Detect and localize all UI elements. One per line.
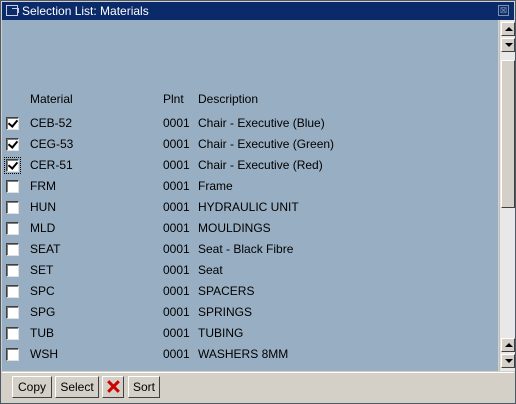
column-header-description: Description — [198, 92, 259, 106]
delete-icon — [107, 380, 120, 393]
row-checkbox[interactable] — [6, 306, 19, 319]
plnt-cell: 0001 — [163, 284, 190, 298]
description-cell: Frame — [198, 179, 233, 193]
bottom-toolbar: Copy Select Sort — [2, 372, 514, 402]
material-cell: SPG — [30, 305, 56, 319]
material-cell: SPC — [30, 284, 55, 298]
row-checkbox[interactable] — [6, 243, 19, 256]
plnt-cell: 0001 — [163, 179, 190, 193]
window-title: Selection List: Materials — [22, 4, 149, 18]
select-button[interactable]: Select — [55, 376, 99, 398]
description-cell: MOULDINGS — [198, 221, 271, 235]
plnt-cell: 0001 — [163, 326, 190, 340]
arrow-down-icon — [505, 43, 513, 47]
row-checkbox[interactable] — [6, 285, 19, 298]
material-cell: HUN — [30, 200, 56, 214]
description-cell: TUBING — [198, 326, 244, 340]
selection-list-window: Selection List: Materials ⊠ Material Pln… — [0, 0, 516, 404]
column-headers: Material Plnt Description — [2, 92, 498, 110]
row-checkbox[interactable] — [6, 180, 19, 193]
description-cell: SPACERS — [198, 284, 255, 298]
title-bar[interactable]: Selection List: Materials ⊠ — [2, 2, 514, 20]
row-checkbox[interactable] — [4, 157, 21, 174]
window-icon — [6, 5, 19, 16]
description-cell: WASHERS 8MM — [198, 347, 289, 361]
description-cell: Seat — [198, 263, 223, 277]
list-row[interactable]: FRM 0001 Frame — [2, 176, 498, 197]
plnt-cell: 0001 — [163, 263, 190, 277]
row-checkbox[interactable] — [6, 264, 19, 277]
list-row[interactable]: SPG 0001 SPRINGS — [2, 302, 498, 323]
scroll-page-up-button[interactable] — [501, 22, 515, 36]
sort-button[interactable]: Sort — [128, 376, 160, 398]
row-checkbox[interactable] — [6, 348, 19, 361]
list-row[interactable]: SEAT 0001 Seat - Black Fibre — [2, 239, 498, 260]
material-cell: SEAT — [30, 242, 61, 256]
plnt-cell: 0001 — [163, 116, 190, 130]
list-row[interactable]: CEG-53 0001 Chair - Executive (Green) — [2, 134, 498, 155]
scroll-thumb[interactable] — [501, 60, 515, 208]
list-row[interactable]: CER-51 0001 Chair - Executive (Red) — [2, 155, 498, 176]
plnt-cell: 0001 — [163, 158, 190, 172]
arrow-down-icon — [505, 359, 513, 363]
scroll-page-down-button[interactable] — [501, 38, 515, 52]
material-cell: SET — [30, 263, 54, 277]
material-cell: TUB — [30, 326, 54, 340]
description-cell: HYDRAULIC UNIT — [198, 200, 299, 214]
list-row[interactable]: MLD 0001 MOULDINGS — [2, 218, 498, 239]
delete-button[interactable] — [102, 376, 124, 398]
description-cell: Chair - Executive (Red) — [198, 158, 323, 172]
row-checkbox[interactable] — [6, 117, 19, 130]
description-cell: Seat - Black Fibre — [198, 242, 294, 256]
column-header-material: Material — [30, 92, 73, 106]
description-cell: Chair - Executive (Green) — [198, 137, 335, 151]
material-cell: CEG-53 — [30, 137, 74, 151]
plnt-cell: 0001 — [163, 305, 190, 319]
material-cell: FRM — [30, 179, 56, 193]
scroll-up-button[interactable] — [501, 338, 515, 352]
list-row[interactable]: TUB 0001 TUBING — [2, 323, 498, 344]
vertical-scrollbar[interactable] — [499, 20, 515, 371]
material-cell: MLD — [30, 221, 56, 235]
column-header-plnt: Plnt — [163, 92, 184, 106]
plnt-cell: 0001 — [163, 242, 190, 256]
row-checkbox[interactable] — [6, 327, 19, 340]
material-cell: CER-51 — [30, 158, 73, 172]
row-checkbox[interactable] — [6, 222, 19, 235]
plnt-cell: 0001 — [163, 347, 190, 361]
selection-list: Material Plnt Description CEB-52 0001 Ch… — [2, 20, 498, 371]
row-checkbox[interactable] — [6, 201, 19, 214]
list-row[interactable]: HUN 0001 HYDRAULIC UNIT — [2, 197, 498, 218]
list-row[interactable]: WSH 0001 WASHERS 8MM — [2, 344, 498, 365]
description-cell: Chair - Executive (Blue) — [198, 116, 325, 130]
list-row[interactable]: SPC 0001 SPACERS — [2, 281, 498, 302]
plnt-cell: 0001 — [163, 200, 190, 214]
scroll-down-button[interactable] — [501, 354, 515, 368]
arrow-up-icon — [505, 27, 513, 31]
list-row[interactable]: CEB-52 0001 Chair - Executive (Blue) — [2, 113, 498, 134]
row-checkbox[interactable] — [6, 138, 19, 151]
material-cell: CEB-52 — [30, 116, 73, 130]
copy-button[interactable]: Copy — [12, 376, 52, 398]
material-cell: WSH — [30, 347, 58, 361]
close-button[interactable]: ⊠ — [498, 5, 509, 16]
arrow-up-icon — [505, 343, 513, 347]
list-row[interactable]: SET 0001 Seat — [2, 260, 498, 281]
plnt-cell: 0001 — [163, 221, 190, 235]
description-cell: SPRINGS — [198, 305, 253, 319]
plnt-cell: 0001 — [163, 137, 190, 151]
